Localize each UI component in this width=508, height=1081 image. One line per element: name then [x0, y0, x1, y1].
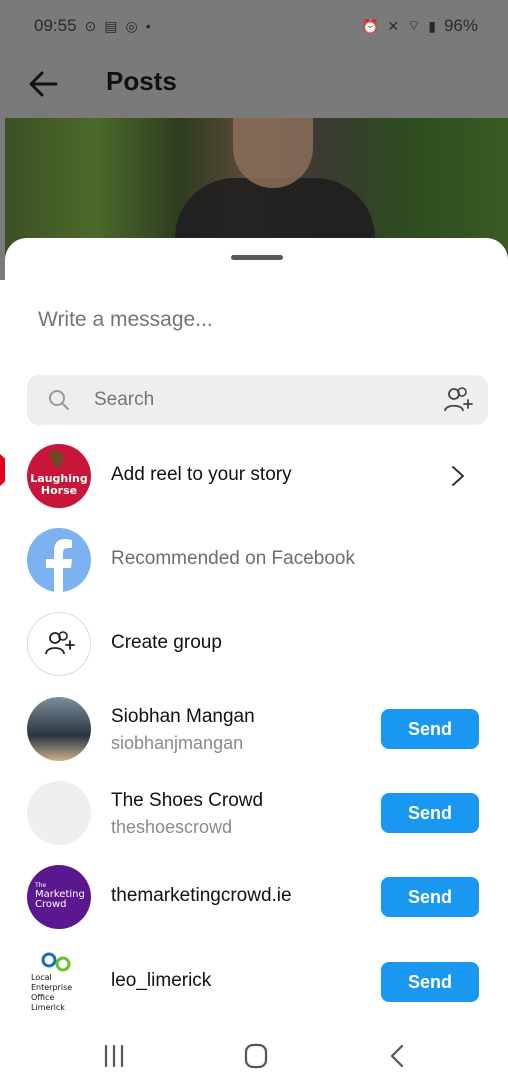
- status-bar: 09:55 ⊙ ▤ ◎ • ⏰ ✕ ⌔ ▮ 96%: [0, 0, 508, 52]
- battery-level: 96%: [443, 16, 478, 35]
- send-button[interactable]: Send: [381, 877, 479, 917]
- create-group-row[interactable]: Create group: [27, 608, 488, 680]
- status-time: 09:55: [34, 16, 77, 35]
- add-people-icon[interactable]: [442, 385, 476, 415]
- contact-row: The Shoes Crowd theshoescrowd Send: [27, 777, 488, 849]
- contact-row: Local Enterprise Office Limerick leo_lim…: [27, 946, 488, 1018]
- search-icon: [49, 390, 69, 410]
- contact-avatar: [27, 697, 91, 761]
- contact-username: theshoescrowd: [111, 817, 233, 837]
- search-input[interactable]: [94, 387, 414, 413]
- svg-text:Crowd: Crowd: [35, 899, 67, 910]
- back-arrow-icon[interactable]: [24, 64, 64, 104]
- alarm-clock-icon: ⊙: [84, 17, 97, 34]
- contact-username: siobhanjmangan: [111, 733, 244, 753]
- contact-name: Siobhan Mangan: [111, 706, 255, 727]
- facebook-icon: [27, 528, 91, 592]
- contact-name: leo_limerick: [111, 970, 212, 991]
- marketing-crowd-avatar: The Marketing Crowd: [27, 865, 91, 929]
- page-title: Posts: [106, 66, 177, 96]
- search-bar[interactable]: [27, 375, 488, 425]
- svg-text:Office: Office: [31, 993, 54, 1002]
- recommended-facebook-row[interactable]: Recommended on Facebook: [27, 524, 488, 596]
- recommended-facebook-label: Recommended on Facebook: [111, 548, 355, 569]
- message-input[interactable]: [38, 308, 478, 332]
- signal-icon: ▮: [428, 17, 436, 34]
- recents-icon[interactable]: [94, 1040, 134, 1072]
- contact-avatar: [27, 781, 91, 845]
- mute-icon: ✕: [387, 17, 400, 34]
- contact-row: The Marketing Crowd themarketingcrowd.ie…: [27, 861, 488, 933]
- system-nav-bar: [0, 1030, 508, 1081]
- svg-text:Enterprise: Enterprise: [31, 983, 72, 992]
- svg-text:The: The: [34, 882, 46, 889]
- laughing-horse-avatar: Laughing Horse: [27, 444, 91, 508]
- home-icon[interactable]: [236, 1040, 276, 1072]
- create-group-icon: [27, 612, 91, 676]
- add-to-story-label: Add reel to your story: [111, 464, 292, 485]
- app-bar: Posts: [0, 52, 508, 116]
- chevron-right-icon: [452, 466, 464, 486]
- send-button[interactable]: Send: [381, 709, 479, 749]
- dot-icon: •: [145, 18, 151, 34]
- contact-name: The Shoes Crowd: [111, 790, 264, 811]
- contact-row: Siobhan Mangan siobhanjmangan Send: [27, 693, 488, 765]
- wifi-icon: ⌔: [407, 17, 421, 33]
- instagram-icon: ◎: [125, 17, 138, 34]
- add-to-story-row[interactable]: Laughing Horse Add reel to your story: [27, 440, 488, 512]
- svg-text:Horse: Horse: [41, 484, 77, 497]
- radio-icon: ▤: [104, 17, 118, 34]
- contact-name: themarketingcrowd.ie: [111, 885, 292, 906]
- send-button[interactable]: Send: [381, 962, 479, 1002]
- create-group-label: Create group: [111, 632, 222, 653]
- svg-text:Local: Local: [31, 973, 52, 982]
- leo-limerick-avatar: Local Enterprise Office Limerick: [27, 950, 91, 1014]
- send-button[interactable]: Send: [381, 793, 479, 833]
- sheet-drag-handle[interactable]: [231, 255, 283, 260]
- svg-text:Limerick: Limerick: [31, 1003, 65, 1012]
- alarm-icon: ⏰: [361, 17, 380, 34]
- share-sheet: Laughing Horse Add reel to your story Re…: [5, 238, 508, 1081]
- back-icon[interactable]: [378, 1040, 418, 1072]
